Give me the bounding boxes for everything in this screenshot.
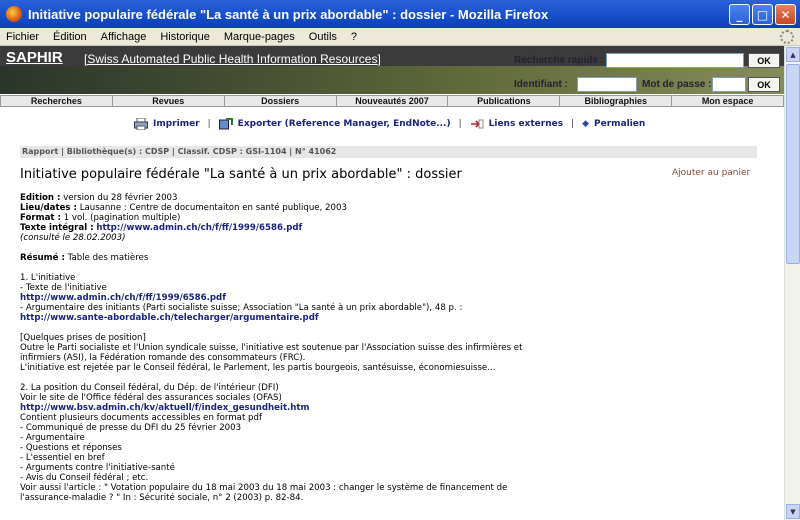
quick-search-input[interactable] bbox=[606, 53, 744, 68]
argumentaire-link[interactable]: http://www.sante-abordable.ch/telecharge… bbox=[20, 313, 319, 323]
add-to-cart-link[interactable]: Ajouter au panier bbox=[672, 168, 750, 178]
saphir-logo[interactable]: SAPHIR bbox=[6, 49, 63, 66]
tab-revues[interactable]: Revues bbox=[111, 95, 224, 107]
scroll-up-icon[interactable]: ▲ bbox=[786, 47, 800, 62]
tab-mon-espace[interactable]: Mon espace bbox=[671, 95, 784, 107]
menu-outils[interactable]: Outils bbox=[309, 31, 337, 43]
password-input[interactable] bbox=[712, 77, 746, 92]
vertical-scrollbar[interactable]: ▲ ▼ bbox=[784, 46, 800, 520]
site-header: SAPHIR [Swiss Automated Public Health In… bbox=[0, 46, 784, 94]
close-button[interactable]: ✕ bbox=[775, 4, 796, 25]
menu-fichier[interactable]: Fichier bbox=[6, 31, 39, 43]
page-title: Initiative populaire fédérale "La santé … bbox=[20, 167, 462, 182]
external-links-link[interactable]: Liens externes bbox=[489, 119, 563, 129]
page-content: SAPHIR [Swiss Automated Public Health In… bbox=[0, 46, 784, 520]
export-icon bbox=[218, 118, 233, 130]
quick-search-ok-button[interactable]: OK bbox=[748, 53, 780, 68]
initiative-text-link[interactable]: http://www.admin.ch/ch/f/ff/1999/6586.pd… bbox=[20, 293, 226, 303]
firefox-icon bbox=[6, 6, 22, 22]
minimize-button[interactable]: _ bbox=[729, 4, 750, 25]
scrollbar-thumb[interactable] bbox=[786, 64, 800, 264]
scroll-down-icon[interactable]: ▼ bbox=[786, 504, 800, 519]
record-details: Edition : version du 28 février 2003 Lie… bbox=[20, 193, 523, 503]
action-toolbar: Imprimer | Exporter (Reference Manager, … bbox=[134, 118, 645, 130]
ofas-link[interactable]: http://www.bsv.admin.ch/kv/aktuell/f/ind… bbox=[20, 403, 310, 413]
printer-icon bbox=[134, 118, 148, 130]
main-nav: Recherches Revues Dossiers Nouveautés 20… bbox=[0, 95, 784, 107]
menu-historique[interactable]: Historique bbox=[160, 31, 210, 43]
menu-edition[interactable]: Édition bbox=[53, 31, 87, 43]
tab-publications[interactable]: Publications bbox=[447, 95, 560, 107]
window-title: Initiative populaire fédérale "La santé … bbox=[28, 6, 549, 22]
window-titlebar: Initiative populaire fédérale "La santé … bbox=[0, 0, 800, 28]
tab-bibliographies[interactable]: Bibliographies bbox=[559, 95, 672, 107]
menu-affichage[interactable]: Affichage bbox=[101, 31, 147, 43]
login-label: Identifiant : bbox=[514, 79, 568, 90]
login-input[interactable] bbox=[577, 77, 637, 92]
menu-bar: Fichier Édition Affichage Historique Mar… bbox=[0, 28, 800, 46]
print-link[interactable]: Imprimer bbox=[153, 119, 200, 129]
permalink-icon: ◆ bbox=[582, 119, 590, 129]
external-links-icon bbox=[470, 119, 484, 129]
password-label: Mot de passe : bbox=[642, 79, 712, 90]
menu-marque-pages[interactable]: Marque-pages bbox=[224, 31, 295, 43]
export-link[interactable]: Exporter (Reference Manager, EndNote...) bbox=[238, 119, 451, 129]
menu-help[interactable]: ? bbox=[351, 31, 357, 43]
permalink-link[interactable]: Permalien bbox=[594, 119, 645, 129]
login-ok-button[interactable]: OK bbox=[748, 77, 780, 92]
tab-dossiers[interactable]: Dossiers bbox=[223, 95, 336, 107]
throbber-icon bbox=[780, 30, 794, 44]
maximize-button[interactable]: □ bbox=[752, 4, 773, 25]
tab-nouveautes[interactable]: Nouveautés 2007 bbox=[335, 95, 448, 107]
quick-search-label: Recherche rapide : bbox=[514, 55, 605, 66]
site-subtitle-link[interactable]: [Swiss Automated Public Health Informati… bbox=[84, 52, 381, 66]
record-breadcrumb: Rapport | Bibliothèque(s) : CDSP | Class… bbox=[20, 146, 757, 158]
tab-recherches[interactable]: Recherches bbox=[0, 95, 112, 107]
fulltext-link[interactable]: http://www.admin.ch/ch/f/ff/1999/6586.pd… bbox=[96, 223, 302, 233]
